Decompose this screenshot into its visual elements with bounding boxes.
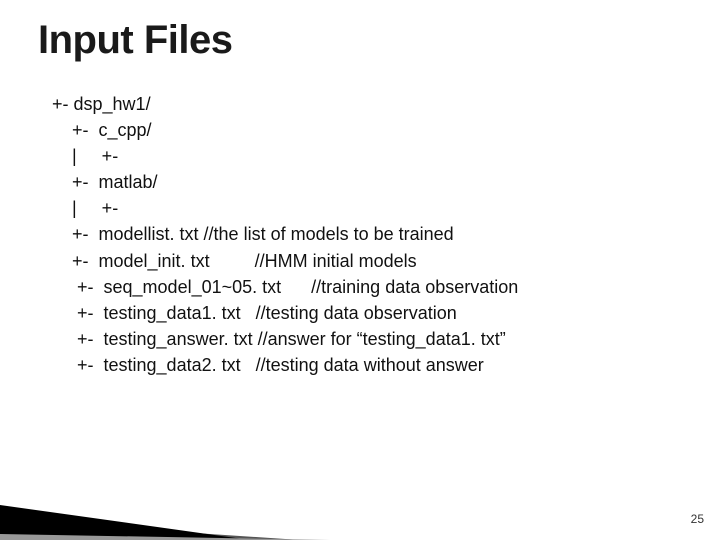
- tree-file: matlab/: [99, 172, 158, 192]
- tree-line: | +-: [52, 143, 720, 169]
- tree-line: +- dsp_hw1/: [52, 91, 720, 117]
- slide-title: Input Files: [0, 0, 720, 63]
- tree-file: testing_data2. txt: [104, 355, 256, 375]
- tree-line: +- model_init. txt //HMM initial models: [52, 248, 720, 274]
- tree-prefix: | +-: [52, 198, 118, 218]
- tree-prefix: +-: [52, 120, 99, 140]
- tree-line: +- c_cpp/: [52, 117, 720, 143]
- page-number: 25: [691, 512, 704, 526]
- tree-line: +- testing_data1. txt //testing data obs…: [52, 300, 720, 326]
- tree-line: +- modellist. txt //the list of models t…: [52, 221, 720, 247]
- tree-comment: //training data observation: [311, 277, 518, 297]
- tree-prefix: +-: [52, 94, 74, 114]
- file-tree: +- dsp_hw1/ +- c_cpp/ | +- +- matlab/ | …: [0, 63, 720, 378]
- tree-prefix: +-: [52, 251, 99, 271]
- tree-comment: //testing data without answer: [256, 355, 484, 375]
- tree-line: +- testing_answer. txt //answer for “tes…: [52, 326, 720, 352]
- tree-prefix: +-: [52, 277, 104, 297]
- tree-file: c_cpp/: [99, 120, 152, 140]
- tree-prefix: +-: [52, 224, 99, 244]
- tree-line: | +-: [52, 195, 720, 221]
- tree-comment: //HMM initial models: [255, 251, 417, 271]
- tree-comment: //answer for “testing_data1. txt”: [258, 329, 506, 349]
- tree-prefix: +-: [52, 303, 104, 323]
- tree-file: dsp_hw1/: [74, 94, 151, 114]
- tree-prefix: +-: [52, 172, 99, 192]
- tree-line: +- matlab/: [52, 169, 720, 195]
- tree-line: +- seq_model_01~05. txt //training data …: [52, 274, 720, 300]
- tree-file: testing_answer. txt: [104, 329, 258, 349]
- tree-prefix: +-: [52, 329, 104, 349]
- tree-file: seq_model_01~05. txt: [104, 277, 312, 297]
- tree-prefix: | +-: [52, 146, 118, 166]
- tree-comment: //testing data observation: [256, 303, 457, 323]
- tree-file: modellist. txt: [99, 224, 204, 244]
- tree-file: model_init. txt: [99, 251, 255, 271]
- tree-comment: //the list of models to be trained: [204, 224, 454, 244]
- tree-file: testing_data1. txt: [104, 303, 256, 323]
- decorative-wedge: [0, 460, 340, 540]
- tree-line: +- testing_data2. txt //testing data wit…: [52, 352, 720, 378]
- tree-prefix: +-: [52, 355, 104, 375]
